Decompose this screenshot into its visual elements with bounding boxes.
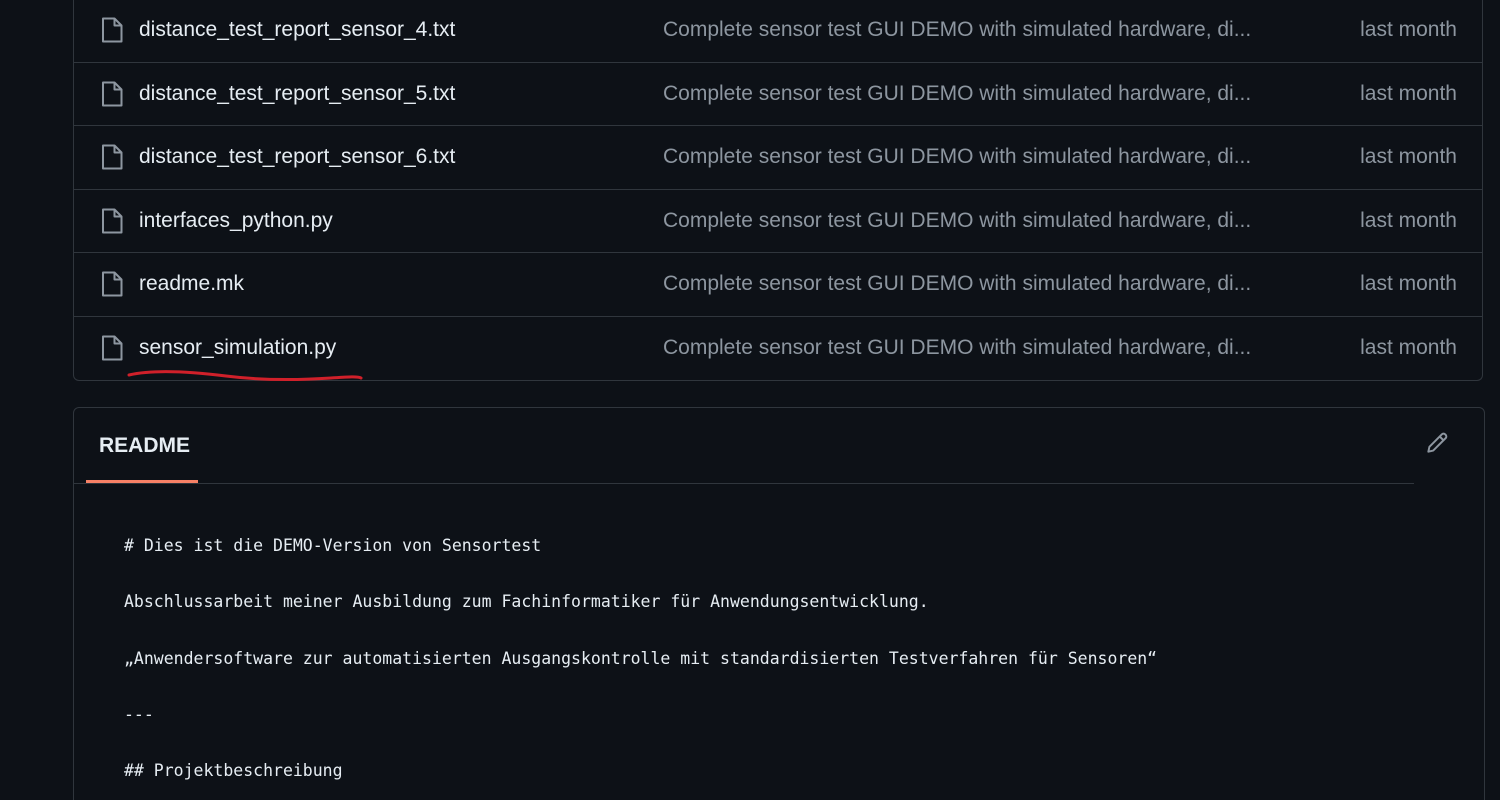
commit-date: last month xyxy=(1360,145,1457,169)
readme-panel: README # Dies ist die DEMO-Version von S… xyxy=(73,407,1485,800)
readme-tab-label: README xyxy=(99,434,191,457)
tab-readme[interactable]: README xyxy=(86,408,198,483)
commit-message-link[interactable]: Complete sensor test GUI DEMO with simul… xyxy=(663,209,1268,233)
readme-divider: --- xyxy=(124,704,154,724)
file-list: distance_test_report_sensor_4.txt Comple… xyxy=(73,0,1483,381)
pencil-icon xyxy=(1427,432,1448,453)
file-name-link[interactable]: interfaces_python.py xyxy=(139,209,333,233)
readme-quote: „Anwendersoftware zur automatisierten Au… xyxy=(124,648,1158,668)
file-icon xyxy=(102,81,123,107)
file-name-link[interactable]: readme.mk xyxy=(139,272,244,296)
commit-date: last month xyxy=(1360,208,1457,232)
commit-date: last month xyxy=(1360,272,1457,296)
file-row[interactable]: distance_test_report_sensor_4.txt Comple… xyxy=(74,0,1482,63)
file-name-link[interactable]: distance_test_report_sensor_5.txt xyxy=(139,82,455,106)
readme-heading: # Dies ist die DEMO-Version von Sensorte… xyxy=(124,536,542,555)
readme-paragraph: Abschlussarbeit meiner Ausbildung zum Fa… xyxy=(124,592,929,612)
repository-page: distance_test_report_sensor_4.txt Comple… xyxy=(0,0,1500,800)
commit-message-link[interactable]: Complete sensor test GUI DEMO with simul… xyxy=(663,145,1268,169)
commit-message-link[interactable]: Complete sensor test GUI DEMO with simul… xyxy=(663,272,1268,296)
file-row[interactable]: readme.mk Complete sensor test GUI DEMO … xyxy=(74,253,1482,317)
file-icon xyxy=(102,208,123,234)
file-icon xyxy=(102,271,123,297)
file-name-link[interactable]: sensor_simulation.py xyxy=(139,336,336,360)
red-underline-annotation xyxy=(127,370,363,382)
file-name-link[interactable]: distance_test_report_sensor_6.txt xyxy=(139,145,455,169)
file-row[interactable]: distance_test_report_sensor_6.txt Comple… xyxy=(74,126,1482,190)
edit-readme-button[interactable] xyxy=(1424,430,1454,460)
file-icon xyxy=(102,144,123,170)
file-icon xyxy=(102,17,123,43)
file-row[interactable]: interfaces_python.py Complete sensor tes… xyxy=(74,190,1482,253)
commit-message-link[interactable]: Complete sensor test GUI DEMO with simul… xyxy=(663,18,1268,42)
readme-subheading: ## Projektbeschreibung xyxy=(124,761,343,781)
file-icon xyxy=(102,335,123,361)
file-row[interactable]: distance_test_report_sensor_5.txt Comple… xyxy=(74,63,1482,126)
commit-date: last month xyxy=(1360,81,1457,105)
commit-message-link[interactable]: Complete sensor test GUI DEMO with simul… xyxy=(663,336,1268,360)
file-name-link[interactable]: distance_test_report_sensor_4.txt xyxy=(139,18,455,42)
commit-date: last month xyxy=(1360,336,1457,360)
readme-content: # Dies ist die DEMO-Version von Sensorte… xyxy=(124,534,1157,800)
commit-message-link[interactable]: Complete sensor test GUI DEMO with simul… xyxy=(663,82,1268,106)
readme-header: README xyxy=(74,408,1414,484)
commit-date: last month xyxy=(1360,18,1457,42)
